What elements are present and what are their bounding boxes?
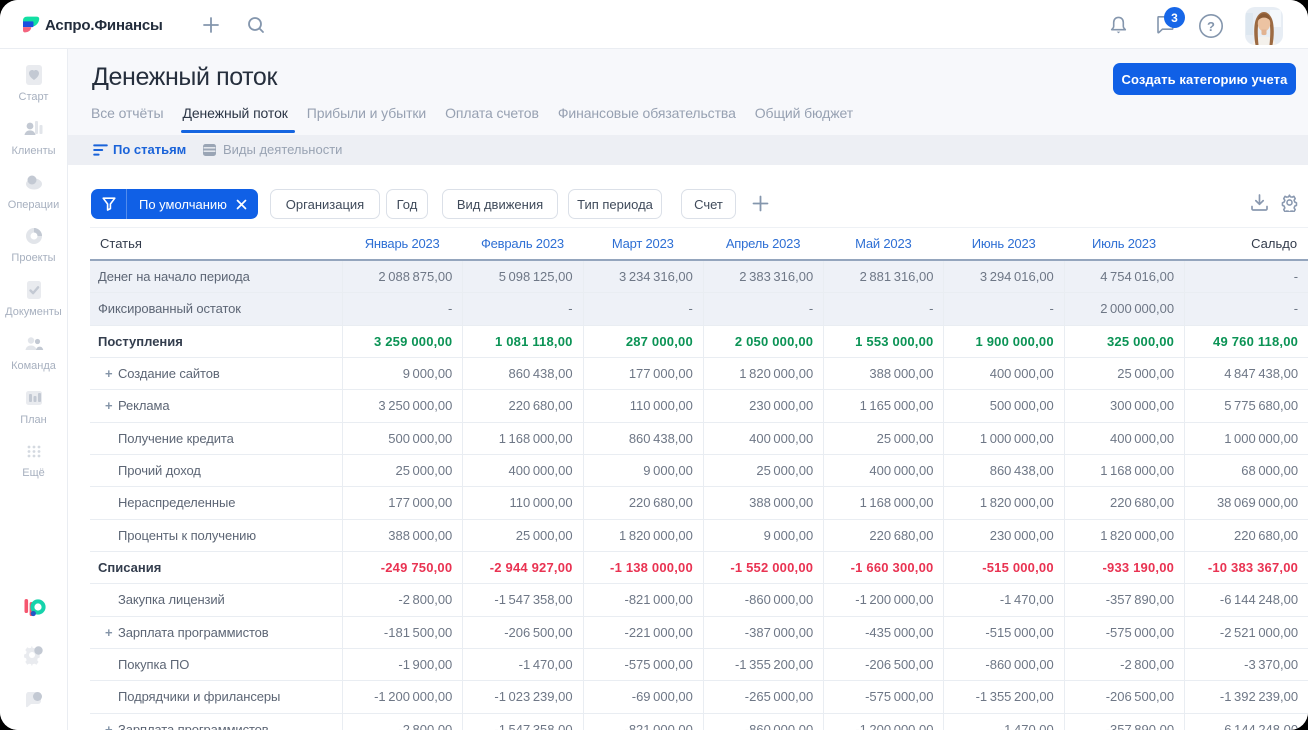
- svg-text:?: ?: [1207, 19, 1215, 34]
